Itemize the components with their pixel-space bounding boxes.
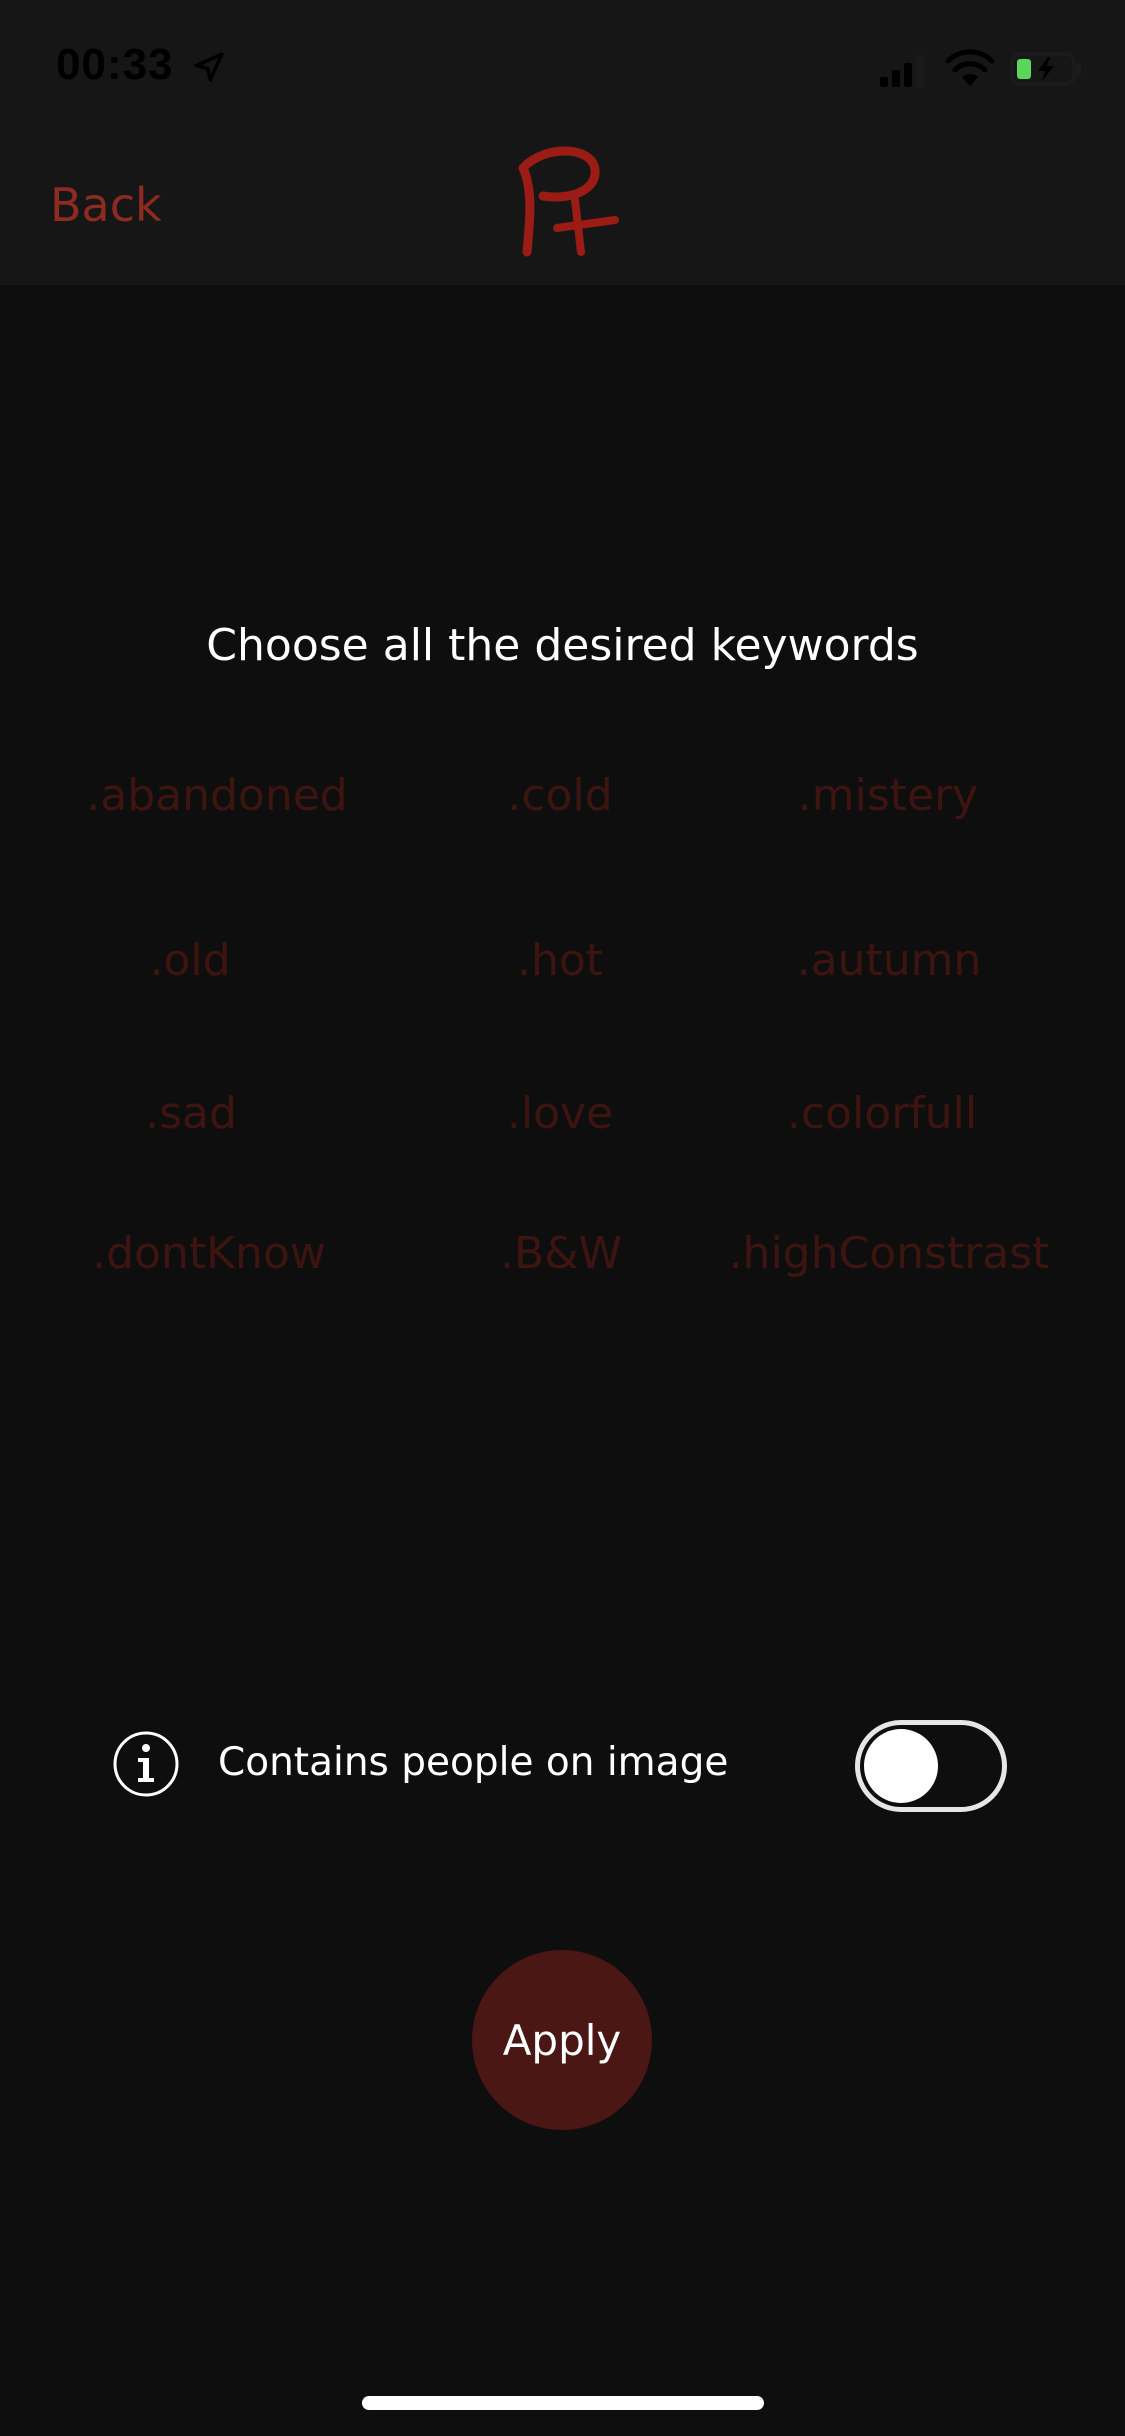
- keyword-hot[interactable]: .hot: [517, 935, 603, 986]
- keyword-mistery[interactable]: .mistery: [798, 770, 978, 821]
- back-button[interactable]: Back: [50, 178, 162, 232]
- keyword-colorfull[interactable]: .colorfull: [787, 1088, 977, 1139]
- home-indicator[interactable]: [362, 2396, 764, 2410]
- battery-icon: [1010, 52, 1081, 86]
- keyword-love[interactable]: .love: [507, 1088, 613, 1139]
- keyword-abandoned[interactable]: .abandoned: [86, 770, 347, 821]
- keyword-cold[interactable]: .cold: [507, 770, 612, 821]
- wifi-icon: [945, 49, 995, 86]
- cellular-signal-icon: [880, 55, 924, 87]
- keyword-bw[interactable]: .B&W: [500, 1228, 622, 1279]
- keywords-prompt: Choose all the desired keywords: [206, 620, 919, 671]
- apply-button[interactable]: Apply: [472, 1950, 652, 2130]
- app-logo: [518, 146, 619, 257]
- keyword-autumn[interactable]: .autumn: [797, 935, 982, 986]
- contains-people-label: Contains people on image: [218, 1740, 729, 1785]
- keyword-highconstrast[interactable]: .highConstrast: [729, 1228, 1050, 1279]
- location-arrow-icon: [194, 52, 224, 82]
- status-time: 00:33: [56, 40, 174, 89]
- toggle-knob: [864, 1729, 938, 1803]
- contains-people-toggle[interactable]: [855, 1720, 1007, 1812]
- keyword-sad[interactable]: .sad: [145, 1088, 237, 1139]
- keyword-dontknow[interactable]: .dontKnow: [92, 1228, 326, 1279]
- apply-button-label: Apply: [502, 2015, 622, 2065]
- keyword-old[interactable]: .old: [149, 935, 230, 986]
- info-icon[interactable]: [112, 1730, 180, 1798]
